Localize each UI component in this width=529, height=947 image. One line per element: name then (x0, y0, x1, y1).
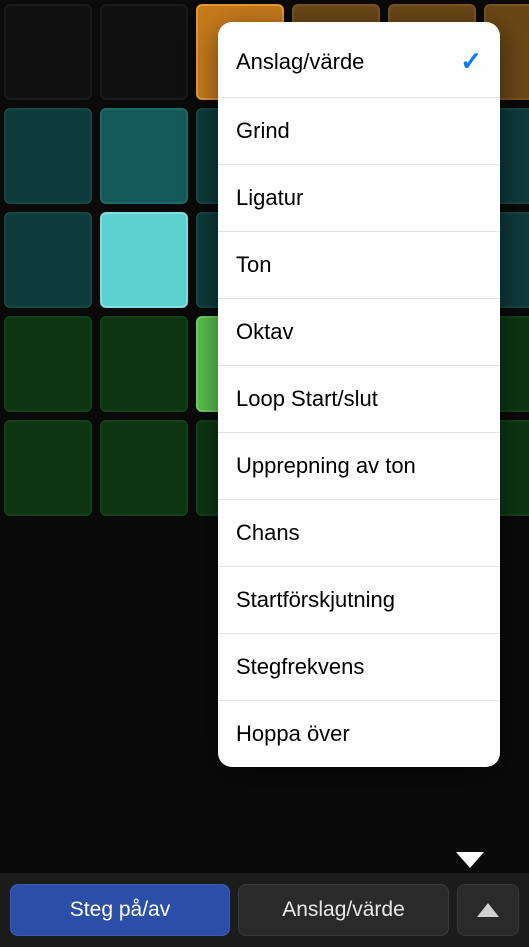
grid-cell[interactable] (100, 316, 188, 412)
popover-item-label: Startförskjutning (236, 587, 395, 613)
popover-item-label: Chans (236, 520, 300, 546)
popover-item-ton[interactable]: Ton (218, 232, 500, 299)
popover-item-hoppa-over[interactable]: Hoppa över (218, 701, 500, 767)
popover-item-label: Upprepning av ton (236, 453, 416, 479)
popover-item-loop-start-slut[interactable]: Loop Start/slut (218, 366, 500, 433)
triangle-up-icon (477, 903, 499, 917)
mode-popover: Anslag/värde ✓ Grind Ligatur Ton Oktav L… (218, 22, 500, 767)
popover-item-label: Loop Start/slut (236, 386, 378, 412)
popover-arrow-icon (456, 852, 484, 868)
popover-item-label: Grind (236, 118, 290, 144)
grid-cell[interactable] (100, 212, 188, 308)
step-toggle-label: Steg på/av (70, 898, 170, 922)
popover-item-label: Stegfrekvens (236, 654, 364, 680)
mode-label: Anslag/värde (282, 898, 405, 922)
popover-item-upprepning-av-ton[interactable]: Upprepning av ton (218, 433, 500, 500)
grid-cell[interactable] (4, 212, 92, 308)
popover-item-label: Oktav (236, 319, 293, 345)
popover-item-ligatur[interactable]: Ligatur (218, 165, 500, 232)
grid-cell[interactable] (4, 4, 92, 100)
grid-cell[interactable] (4, 420, 92, 516)
popover-item-label: Ton (236, 252, 271, 278)
grid-cell[interactable] (100, 108, 188, 204)
grid-cell[interactable] (4, 316, 92, 412)
popover-item-oktav[interactable]: Oktav (218, 299, 500, 366)
popover-item-grind[interactable]: Grind (218, 98, 500, 165)
grid-cell[interactable] (100, 4, 188, 100)
popover-item-stegfrekvens[interactable]: Stegfrekvens (218, 634, 500, 701)
mode-menu-button[interactable] (457, 884, 519, 936)
grid-cell[interactable] (4, 108, 92, 204)
mode-button[interactable]: Anslag/värde (238, 884, 449, 936)
check-icon: ✓ (460, 46, 482, 77)
popover-item-label: Anslag/värde (236, 49, 364, 75)
step-toggle-button[interactable]: Steg på/av (10, 884, 230, 936)
popover-item-startforskjutning[interactable]: Startförskjutning (218, 567, 500, 634)
popover-item-label: Hoppa över (236, 721, 350, 747)
grid-cell[interactable] (100, 420, 188, 516)
popover-item-label: Ligatur (236, 185, 303, 211)
popover-item-chans[interactable]: Chans (218, 500, 500, 567)
bottom-toolbar: Steg på/av Anslag/värde (0, 873, 529, 947)
popover-item-anslag-varde[interactable]: Anslag/värde ✓ (218, 22, 500, 98)
